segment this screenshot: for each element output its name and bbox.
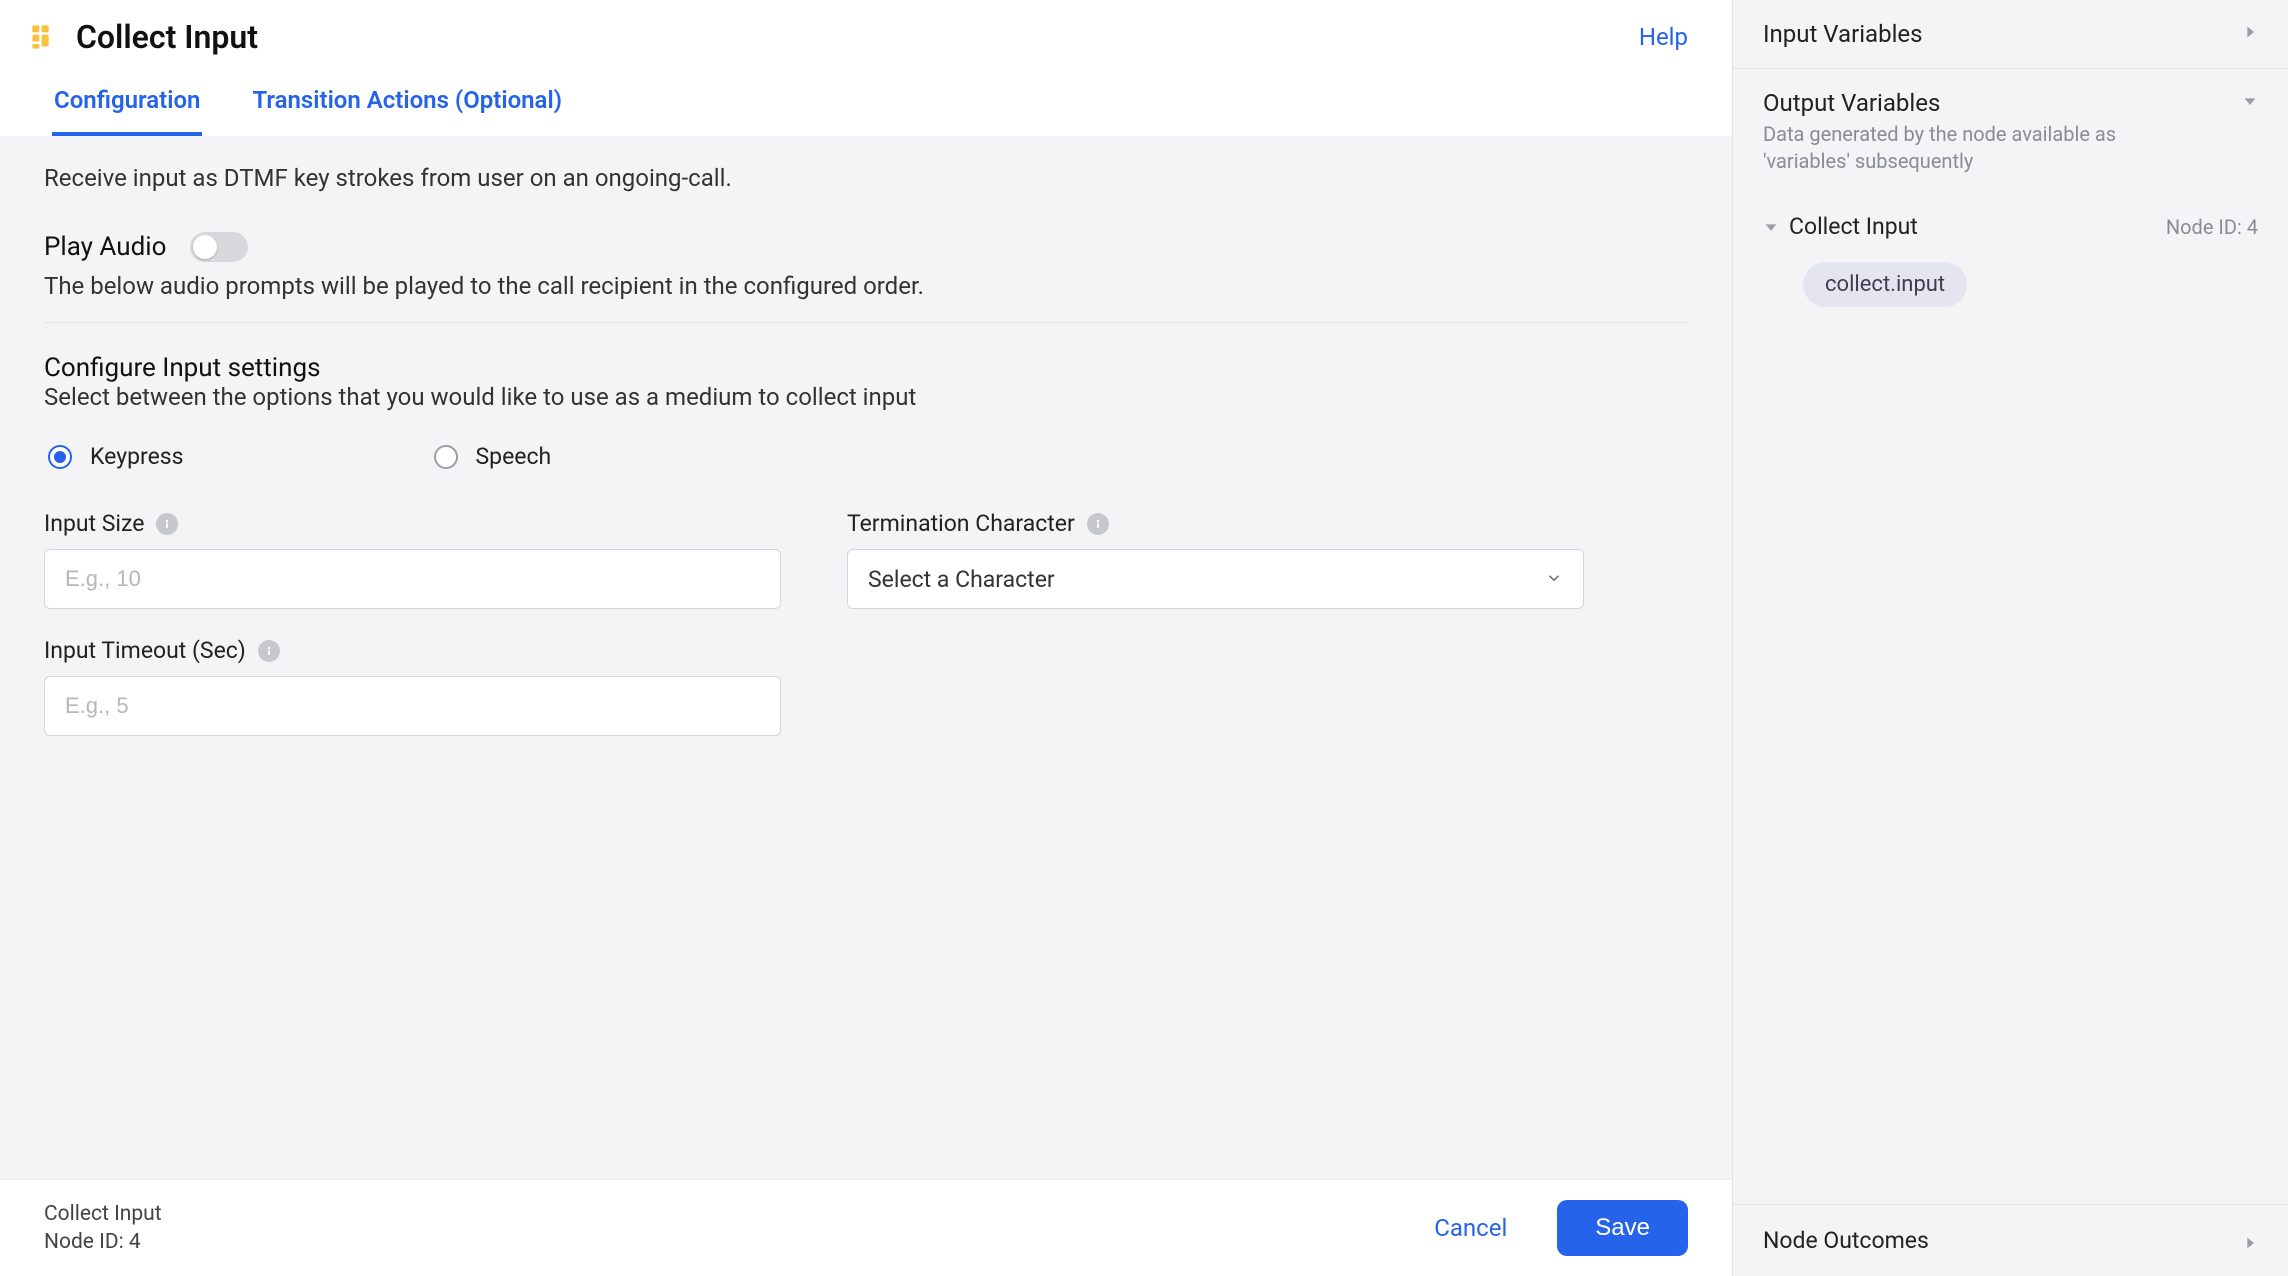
output-variables-sub: Data generated by the node available as … — [1763, 121, 2203, 175]
chevron-down-icon — [1545, 566, 1563, 593]
input-size-field[interactable] — [44, 549, 781, 609]
info-icon[interactable] — [1087, 513, 1109, 535]
toggle-knob — [193, 235, 217, 259]
play-audio-title: Play Audio — [44, 232, 166, 262]
info-icon[interactable] — [156, 513, 178, 535]
footer-node-id: Node ID: 4 — [44, 1230, 162, 1254]
chevron-right-icon — [2242, 20, 2258, 40]
variables-sidebar: Input Variables Output Variables Data ge… — [1732, 0, 2288, 1276]
field-termination-character: Termination Character Select a Character — [847, 510, 1584, 609]
info-icon[interactable] — [258, 640, 280, 662]
output-node-id: Node ID: 4 — [2166, 215, 2258, 239]
radio-keypress-label: Keypress — [90, 443, 184, 470]
footer-node-info: Collect Input Node ID: 4 — [44, 1202, 162, 1254]
radio-speech-indicator — [434, 445, 458, 469]
output-node-row[interactable]: Collect Input Node ID: 4 — [1763, 213, 2258, 240]
save-button[interactable]: Save — [1557, 1200, 1688, 1256]
radio-speech[interactable]: Speech — [434, 443, 552, 470]
input-settings-grid: Input Size Termination Character Select … — [44, 510, 1584, 736]
main-panel: Collect Input Help Configuration Transit… — [0, 0, 1732, 1276]
page-title: Collect Input — [76, 18, 1621, 56]
node-outcomes-section[interactable]: Node Outcomes — [1733, 1204, 2288, 1276]
termination-select[interactable]: Select a Character — [847, 549, 1584, 609]
footer-node-name: Collect Input — [44, 1202, 162, 1226]
section-divider — [44, 322, 1688, 323]
chevron-right-icon — [2242, 1231, 2258, 1251]
help-link[interactable]: Help — [1639, 23, 1688, 51]
input-timeout-field[interactable] — [44, 676, 781, 736]
input-variables-title: Input Variables — [1763, 20, 1923, 48]
configure-title: Configure Input settings — [44, 353, 1688, 383]
output-variables-section[interactable]: Output Variables Data generated by the n… — [1733, 69, 2288, 195]
input-variables-section[interactable]: Input Variables — [1733, 0, 2288, 69]
content-area: Receive input as DTMF key strokes from u… — [0, 136, 1732, 1179]
field-input-size: Input Size — [44, 510, 781, 609]
input-medium-radios: Keypress Speech — [44, 443, 1688, 470]
play-audio-toggle[interactable] — [190, 232, 248, 262]
radio-keypress[interactable]: Keypress — [48, 443, 184, 470]
radio-keypress-indicator — [48, 445, 72, 469]
variable-chip[interactable]: collect.input — [1803, 262, 1967, 307]
tabs: Configuration Transition Actions (Option… — [30, 72, 1688, 136]
tab-configuration[interactable]: Configuration — [52, 72, 202, 136]
termination-label: Termination Character — [847, 510, 1075, 537]
output-variables-title: Output Variables — [1763, 89, 2203, 117]
chevron-down-icon — [1763, 219, 1779, 235]
radio-speech-label: Speech — [476, 443, 552, 470]
node-outcomes-title: Node Outcomes — [1763, 1227, 2242, 1254]
output-node-name: Collect Input — [1789, 213, 1918, 240]
input-size-label: Input Size — [44, 510, 144, 537]
header: Collect Input Help Configuration Transit… — [0, 0, 1732, 136]
description-text: Receive input as DTMF key strokes from u… — [44, 164, 1688, 192]
field-input-timeout: Input Timeout (Sec) — [44, 637, 781, 736]
footer: Collect Input Node ID: 4 Cancel Save — [0, 1179, 1732, 1276]
input-timeout-label: Input Timeout (Sec) — [44, 637, 246, 664]
tab-transition-actions[interactable]: Transition Actions (Optional) — [250, 72, 564, 136]
cancel-button[interactable]: Cancel — [1424, 1202, 1517, 1254]
termination-select-value: Select a Character — [868, 566, 1545, 593]
chevron-down-icon — [2242, 89, 2258, 109]
configure-sub: Select between the options that you woul… — [44, 383, 1688, 411]
play-audio-sub: The below audio prompts will be played t… — [44, 272, 1688, 300]
collect-input-icon — [30, 23, 58, 51]
output-variables-body: Collect Input Node ID: 4 collect.input — [1733, 195, 2288, 1204]
